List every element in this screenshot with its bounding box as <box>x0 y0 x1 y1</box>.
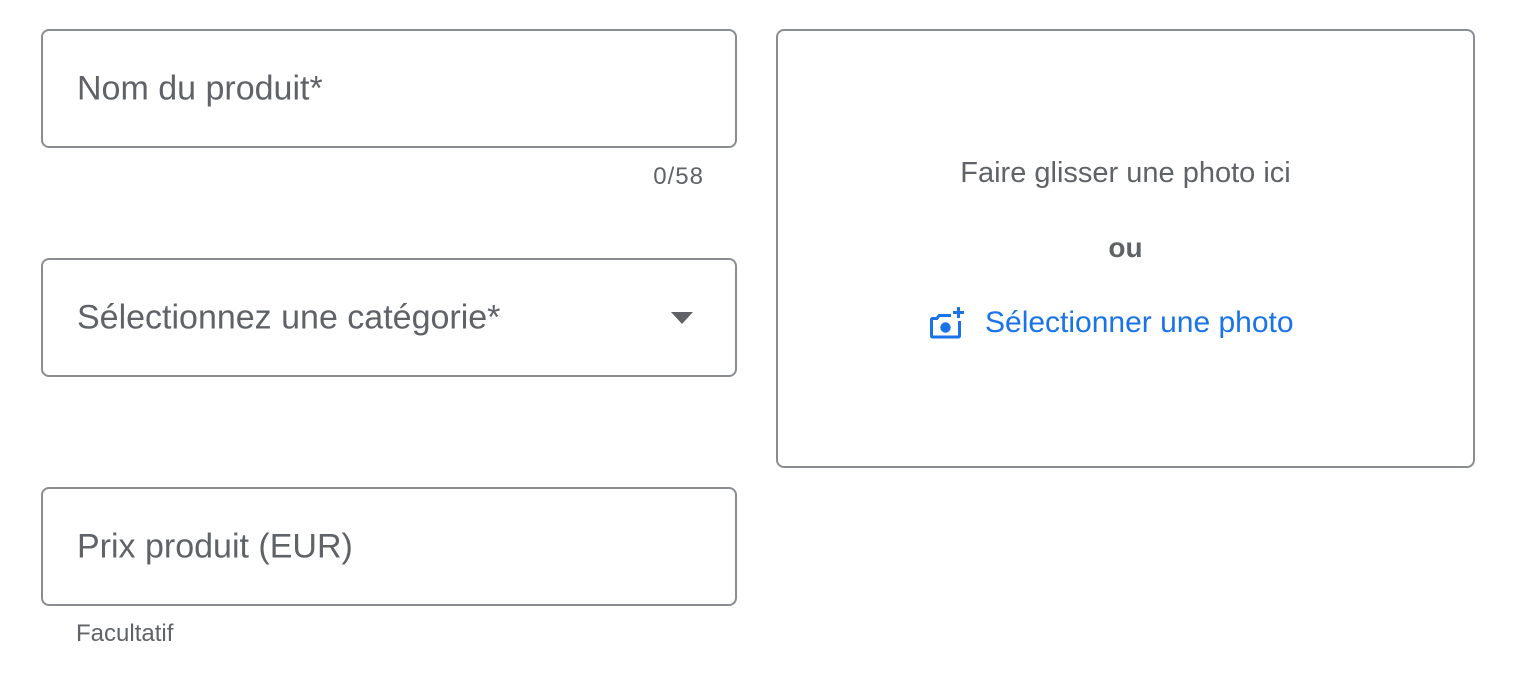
product-name-label: Nom du produit* <box>77 69 323 107</box>
product-price-field[interactable]: Prix produit (EUR) <box>41 487 737 606</box>
character-counter: 0/58 <box>653 163 704 190</box>
drag-photo-text: Faire glisser une photo ici <box>960 157 1291 189</box>
add-photo-icon <box>929 305 965 341</box>
product-name-field[interactable]: Nom du produit* <box>41 29 737 148</box>
price-optional-hint: Facultatif <box>76 620 174 647</box>
select-photo-button[interactable]: Sélectionner une photo <box>929 301 1294 345</box>
or-separator-text: ou <box>1108 232 1143 263</box>
photo-dropzone[interactable]: Faire glisser une photo ici ou Sélection… <box>776 29 1475 468</box>
dropdown-arrow-icon <box>671 311 693 324</box>
category-select-label: Sélectionnez une catégorie* <box>77 298 501 336</box>
select-photo-label: Sélectionner une photo <box>985 306 1294 339</box>
category-select[interactable]: Sélectionnez une catégorie* <box>41 258 737 377</box>
product-price-label: Prix produit (EUR) <box>77 527 353 565</box>
